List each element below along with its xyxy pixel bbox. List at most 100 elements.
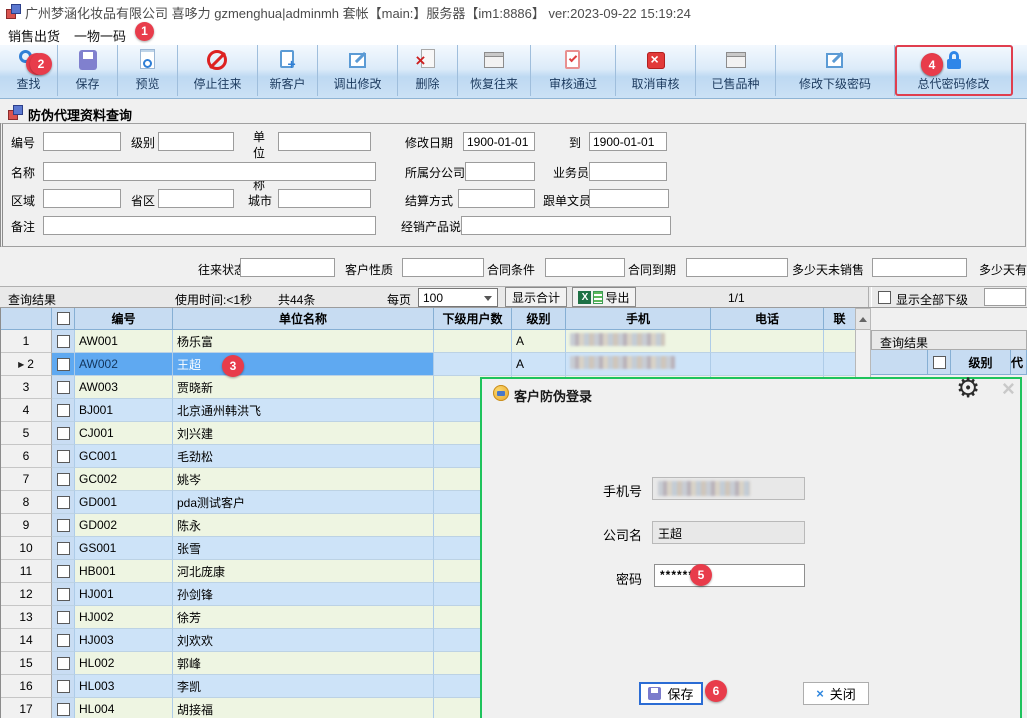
- level-input[interactable]: [158, 132, 234, 151]
- table-row[interactable]: ▶2 AW002 王超 A: [1, 353, 855, 376]
- toolbar-button-label: 新客户: [269, 75, 305, 92]
- show-total-button[interactable]: 显示合计: [505, 287, 567, 307]
- unit-input[interactable]: [278, 132, 371, 151]
- row-checkbox[interactable]: [57, 404, 70, 417]
- toolbar-button-audit-pass[interactable]: 审核通过: [531, 45, 616, 96]
- days-no-sale-input[interactable]: [872, 258, 967, 277]
- province-label: 省区: [131, 192, 155, 209]
- nature-label: 客户性质: [345, 261, 393, 278]
- filter-band: 往来状态 客户性质 合同条件 合同到期 多少天未销售 多少天有销: [0, 247, 1027, 286]
- cancel-audit-icon: [643, 48, 669, 74]
- row-checkbox[interactable]: [57, 358, 70, 371]
- branch-input[interactable]: [465, 162, 535, 181]
- save-button[interactable]: 保存: [639, 682, 703, 705]
- table-row[interactable]: ▶1 AW001 杨乐富 A: [1, 330, 855, 353]
- header-contact[interactable]: 联: [824, 308, 855, 330]
- side-panel-header: 级别 代: [871, 350, 1027, 375]
- side-header-level[interactable]: 级别: [951, 350, 1011, 375]
- side-header-blank: [871, 350, 928, 375]
- gear-icon[interactable]: ⚙: [956, 373, 980, 403]
- row-checkbox[interactable]: [57, 473, 70, 486]
- row-checkbox[interactable]: [57, 450, 70, 463]
- row-checkbox[interactable]: [57, 335, 70, 348]
- app-window: 广州梦涵化妆品有限公司 喜哆力 gzmenghua|adminmh 套帐【mai…: [0, 0, 1027, 718]
- remark-input[interactable]: [43, 216, 376, 235]
- redacted-phone: [658, 481, 750, 496]
- toolbar-button-window-10[interactable]: 已售品种: [696, 45, 776, 96]
- row-checkbox[interactable]: [57, 542, 70, 555]
- salesman-input[interactable]: [589, 162, 667, 181]
- clerk-input[interactable]: [589, 189, 669, 208]
- result-label: 查询结果: [8, 291, 56, 308]
- name-input[interactable]: [43, 162, 376, 181]
- contract-due-input[interactable]: [686, 258, 788, 277]
- header-mobile[interactable]: 手机: [566, 308, 711, 330]
- toolbar-button-edit-11[interactable]: 修改下级密码: [776, 45, 895, 96]
- nature-input[interactable]: [402, 258, 484, 277]
- region-label: 区域: [11, 192, 35, 209]
- menu-item-one-item-one-code[interactable]: 一物一码: [74, 26, 126, 45]
- header-level[interactable]: 级别: [512, 308, 566, 330]
- form-title: 防伪代理资料查询: [28, 105, 132, 124]
- show-all-sub-label: 显示全部下级: [896, 291, 968, 308]
- header-sub-users[interactable]: 下级用户数: [434, 308, 512, 330]
- status-input[interactable]: [240, 258, 335, 277]
- window-icon: [723, 48, 749, 74]
- level-label: 级别: [131, 134, 155, 151]
- name-label: 名称: [11, 164, 35, 181]
- row-checkbox[interactable]: [57, 496, 70, 509]
- menu-item-sales-out[interactable]: 销售出货: [8, 26, 60, 45]
- side-panel-title: 查询结果: [871, 330, 1027, 350]
- toolbar-button-new-doc[interactable]: 新客户: [258, 45, 318, 96]
- company-input[interactable]: 王超: [652, 521, 805, 544]
- per-page-select[interactable]: 100: [418, 288, 498, 307]
- toolbar-button-delete[interactable]: 删除: [398, 45, 458, 96]
- header-code[interactable]: 编号: [75, 308, 173, 330]
- header-name[interactable]: 单位名称: [173, 308, 434, 330]
- annotation-badge-2: 2: [30, 53, 52, 75]
- product-desc-input[interactable]: [461, 216, 671, 235]
- phone-input[interactable]: [652, 477, 805, 500]
- row-checkbox[interactable]: [57, 427, 70, 440]
- row-checkbox[interactable]: [57, 611, 70, 624]
- row-checkbox[interactable]: [57, 588, 70, 601]
- toolbar-button-stop[interactable]: 停止往来: [178, 45, 258, 96]
- stop-icon: [205, 48, 231, 74]
- password-input[interactable]: ******: [654, 564, 805, 587]
- toolbar-button-edit-5[interactable]: 调出修改: [318, 45, 398, 96]
- row-checkbox[interactable]: [57, 634, 70, 647]
- export-button[interactable]: X 导出: [572, 287, 636, 307]
- code-input[interactable]: [43, 132, 121, 151]
- row-checkbox[interactable]: [57, 519, 70, 532]
- toolbar-button-label: 预览: [135, 75, 159, 92]
- row-checkbox[interactable]: [57, 703, 70, 716]
- header-checkbox[interactable]: [52, 308, 75, 330]
- app-icon: [6, 4, 20, 18]
- toolbar-button-lock[interactable]: 总代密码修改4: [895, 45, 1013, 96]
- settle-input[interactable]: [458, 189, 535, 208]
- to-label: 到: [569, 134, 581, 151]
- show-all-input[interactable]: [984, 288, 1026, 306]
- row-checkbox[interactable]: [57, 657, 70, 670]
- modify-date-from-input[interactable]: [463, 132, 535, 151]
- row-checkbox[interactable]: [57, 381, 70, 394]
- contract-cond-input[interactable]: [545, 258, 625, 277]
- scroll-up-icon[interactable]: [856, 309, 870, 330]
- toolbar-button-save[interactable]: 保存: [58, 45, 118, 96]
- header-phone[interactable]: 电话: [711, 308, 824, 330]
- close-icon[interactable]: ×: [1002, 378, 1015, 400]
- row-checkbox[interactable]: [57, 565, 70, 578]
- toolbar-button-cancel-audit[interactable]: 取消审核: [616, 45, 696, 96]
- region-input[interactable]: [43, 189, 121, 208]
- province-input[interactable]: [158, 189, 234, 208]
- toolbar-button-label: 取消审核: [631, 75, 679, 92]
- toolbar-button-window-7[interactable]: 恢复往来: [458, 45, 531, 96]
- toolbar-button-preview[interactable]: 预览: [118, 45, 178, 96]
- modify-date-to-input[interactable]: [589, 132, 667, 151]
- excel-sheet-icon: [593, 291, 603, 304]
- show-all-sub-checkbox[interactable]: [878, 291, 891, 304]
- row-checkbox[interactable]: [57, 680, 70, 693]
- close-button[interactable]: × 关闭: [803, 682, 869, 705]
- city-input[interactable]: [278, 189, 371, 208]
- side-header-checkbox[interactable]: [928, 350, 951, 375]
